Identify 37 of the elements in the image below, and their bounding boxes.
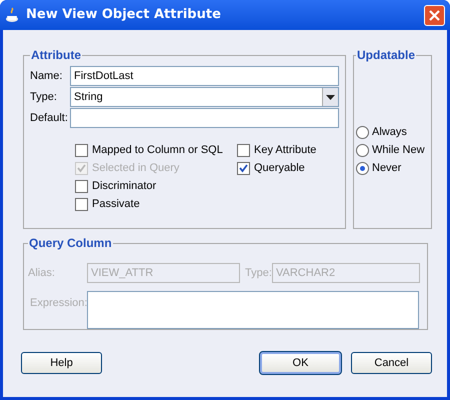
checkbox-label: Queryable: [254, 161, 305, 176]
group-title: Query Column: [28, 235, 113, 252]
radio-button[interactable]: [356, 144, 369, 157]
name-field[interactable]: FirstDotLast: [70, 66, 339, 86]
checkbox[interactable]: [237, 162, 250, 175]
radio-label: While New: [372, 143, 425, 158]
field-label: Name:: [30, 68, 64, 84]
radio-label: Never: [372, 161, 402, 176]
group-title: Attribute: [30, 47, 82, 64]
checkbox[interactable]: [237, 144, 250, 157]
radio-label: Always: [372, 125, 407, 140]
checkbox-label: Mapped to Column or SQL: [92, 143, 223, 158]
coffee-cup-icon: [5, 7, 21, 23]
expression-field[interactable]: [87, 291, 419, 329]
checkbox[interactable]: [75, 180, 88, 193]
radio-button[interactable]: [356, 126, 369, 139]
field-label: Default:: [30, 110, 69, 126]
checkbox-label: Selected in Query: [92, 161, 180, 176]
close-icon: [429, 10, 440, 20]
field-label: Expression:: [29, 296, 87, 311]
checkbox[interactable]: [75, 198, 88, 211]
field-label: Alias:: [28, 266, 56, 281]
radio-button[interactable]: [356, 162, 369, 175]
field-label: Type:: [245, 266, 272, 281]
field-label: Type:: [30, 90, 58, 105]
default-field[interactable]: [70, 108, 339, 128]
checkbox-label: Discriminator: [92, 179, 156, 194]
type-dropdown[interactable]: String: [70, 87, 339, 107]
window-title: New View Object Attribute: [26, 6, 222, 24]
close-button[interactable]: [424, 4, 445, 26]
dialog-button[interactable]: OK: [260, 352, 341, 374]
checkbox-label: Key Attribute: [254, 143, 316, 158]
dialog-button[interactable]: Cancel: [351, 352, 432, 374]
group-title: Updatable: [356, 47, 416, 64]
checkbox[interactable]: [75, 144, 88, 157]
checkbox-label: Passivate: [92, 197, 140, 212]
dialog-button[interactable]: Help: [21, 352, 102, 374]
